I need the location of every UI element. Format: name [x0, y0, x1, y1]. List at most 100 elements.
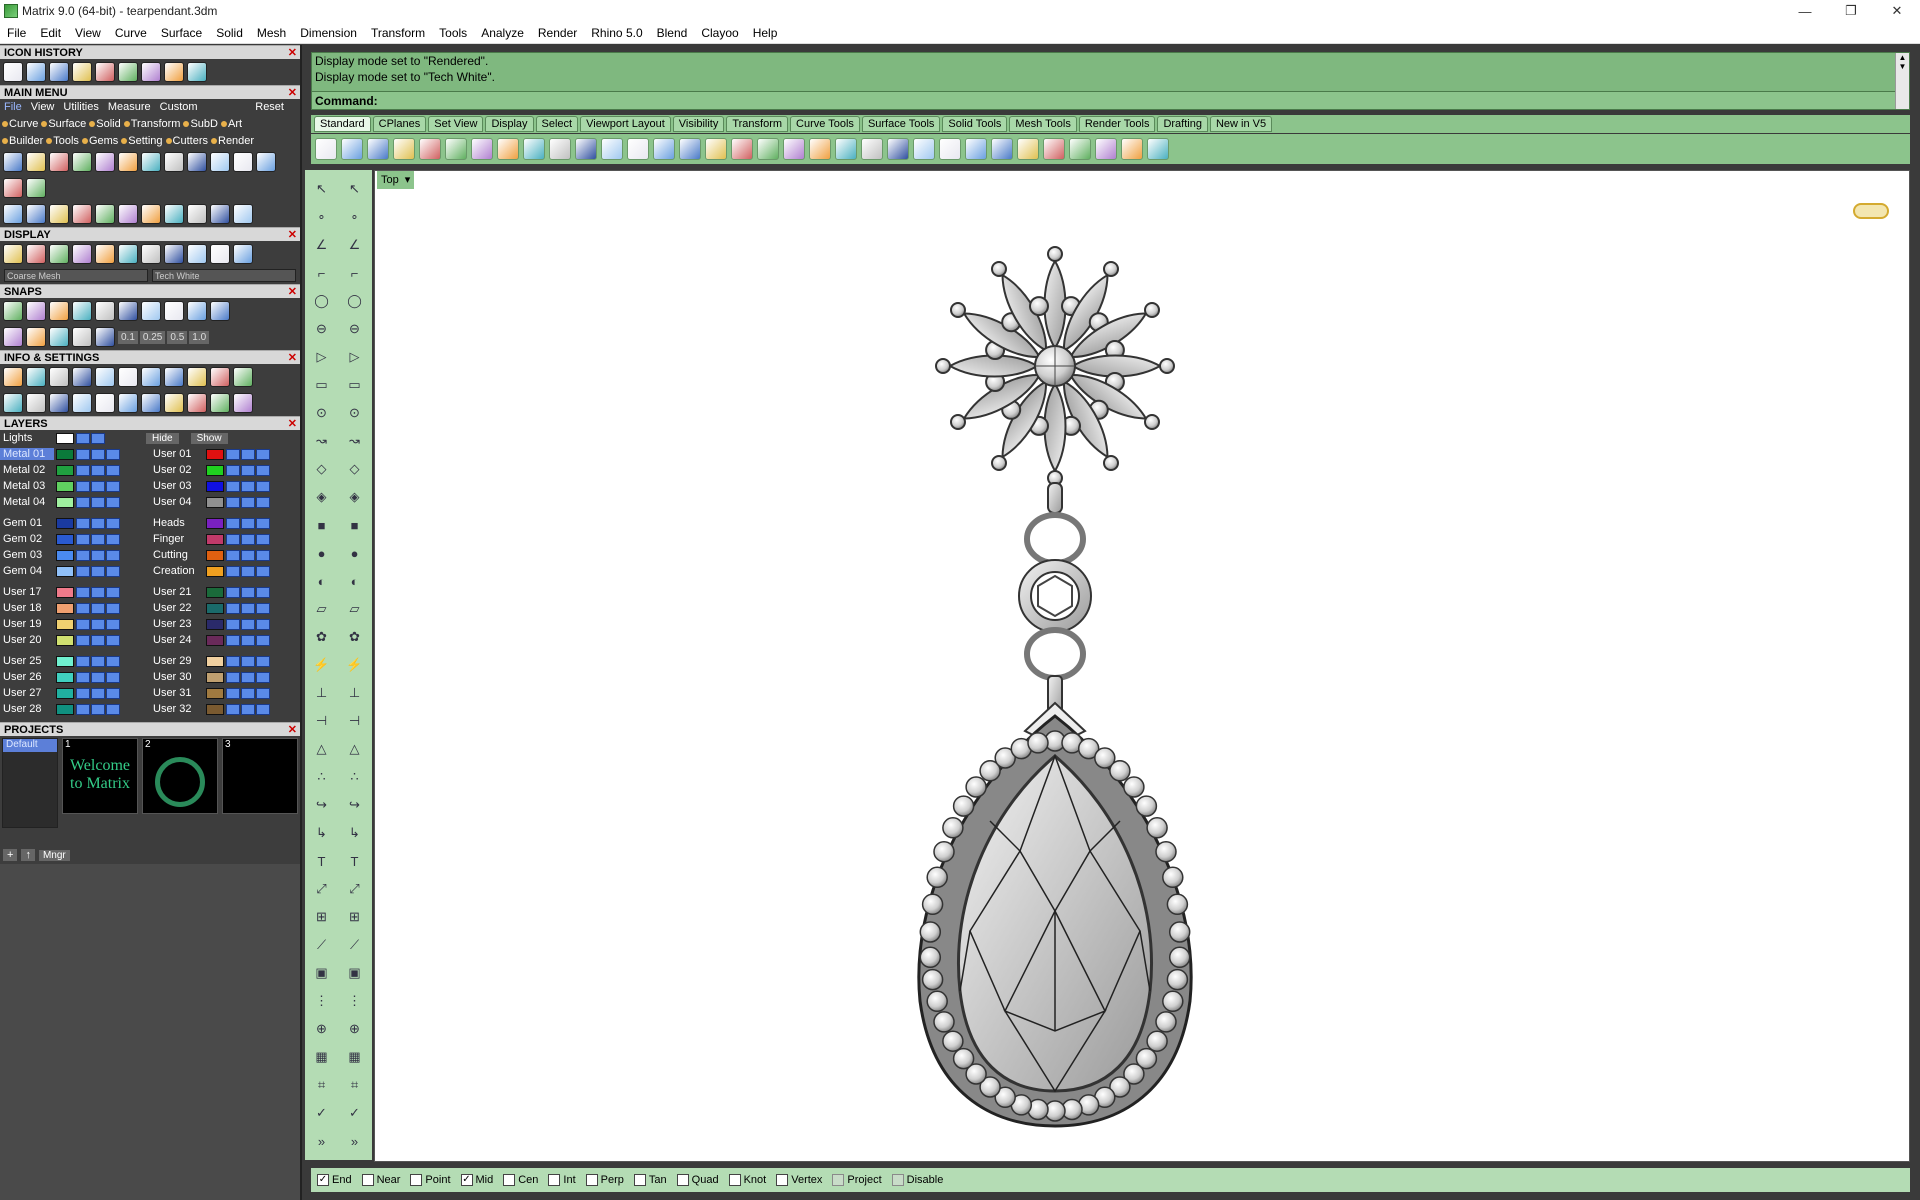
layer-lock-toggle[interactable] [241, 618, 255, 630]
manager-button[interactable]: Mngr [38, 849, 70, 861]
checkbox-icon[interactable] [548, 1174, 561, 1186]
drawing-tool-icon[interactable]: ● [312, 542, 332, 564]
layer-entry[interactable]: User 04 [150, 496, 300, 508]
settings-tool-icon[interactable] [233, 393, 253, 413]
transform-tool-icon[interactable] [187, 204, 207, 224]
file-tool-icon[interactable] [72, 152, 92, 172]
drawing-tool-icon[interactable]: ■ [345, 514, 365, 536]
transform-tool-icon[interactable] [118, 204, 138, 224]
transform-tool-icon[interactable] [72, 204, 92, 224]
layer-color-swatch[interactable] [206, 687, 224, 699]
snap-step-value[interactable]: 1.0 [189, 330, 210, 344]
layer-visibility-toggle[interactable] [226, 687, 240, 699]
layer-select-toggle[interactable] [106, 517, 120, 529]
layer-entry[interactable]: User 20 [0, 634, 150, 646]
menu-mesh[interactable]: Mesh [250, 26, 293, 40]
layer-select-toggle[interactable] [256, 565, 270, 577]
snap-grid-icon[interactable] [49, 327, 69, 347]
display-mode-icon[interactable] [210, 244, 230, 264]
settings-tool-icon[interactable] [26, 393, 46, 413]
layer-entry[interactable]: Gem 04 [0, 565, 150, 577]
standard-tool-icon[interactable] [1043, 138, 1065, 160]
standard-tool-icon[interactable] [653, 138, 675, 160]
layer-name[interactable]: User 24 [150, 634, 204, 646]
menu-clayoo[interactable]: Clayoo [694, 26, 745, 40]
standard-tool-icon[interactable] [315, 138, 337, 160]
transform-tool-icon[interactable] [210, 204, 230, 224]
file-tool-icon[interactable] [187, 152, 207, 172]
layer-lock-toggle[interactable] [91, 432, 105, 444]
layer-entry[interactable]: User 30 [150, 671, 300, 683]
snap-mode-icon[interactable] [72, 301, 92, 321]
standard-tool-icon[interactable] [887, 138, 909, 160]
layer-visibility-toggle[interactable] [226, 634, 240, 646]
drawing-tool-icon[interactable]: ∠ [345, 234, 365, 256]
drawing-tool-icon[interactable]: ⊣ [312, 710, 332, 732]
layer-select-toggle[interactable] [256, 671, 270, 683]
display-mode-icon[interactable] [141, 244, 161, 264]
menu-edit[interactable]: Edit [33, 26, 68, 40]
layer-visibility-toggle[interactable] [76, 464, 90, 476]
osnap-near[interactable]: Near [361, 1174, 400, 1186]
drawing-tool-icon[interactable]: ⌗ [345, 1074, 365, 1096]
layer-visibility-toggle[interactable] [226, 565, 240, 577]
layer-entry[interactable]: Metal 02 [0, 464, 150, 476]
layer-color-swatch[interactable] [56, 533, 74, 545]
layer-select-toggle[interactable] [106, 634, 120, 646]
layer-select-toggle[interactable] [106, 496, 120, 508]
file-tool-icon[interactable] [164, 152, 184, 172]
layer-visibility-toggle[interactable] [76, 687, 90, 699]
layer-lock-toggle[interactable] [91, 533, 105, 545]
layer-name[interactable]: User 21 [150, 586, 204, 598]
layer-lock-toggle[interactable] [91, 464, 105, 476]
info-tool-icon[interactable] [233, 367, 253, 387]
display-mode-icon[interactable] [233, 244, 253, 264]
layer-visibility-toggle[interactable] [226, 549, 240, 561]
layer-entry[interactable]: User 01 [150, 448, 300, 460]
layer-select-toggle[interactable] [106, 586, 120, 598]
drawing-tool-icon[interactable]: ■ [312, 514, 332, 536]
info-tool-icon[interactable] [210, 367, 230, 387]
layer-entry[interactable]: Creation [150, 565, 300, 577]
display-mode-icon[interactable] [26, 244, 46, 264]
menu-tools[interactable]: Tools [432, 26, 474, 40]
layer-name[interactable]: User 27 [0, 687, 54, 699]
drawing-tool-icon[interactable]: ↪ [345, 794, 365, 816]
checkbox-icon[interactable] [410, 1174, 423, 1186]
main-menu-surface[interactable]: Surface [41, 118, 86, 130]
info-tool-icon[interactable] [95, 367, 115, 387]
drawing-tool-icon[interactable]: ↖ [345, 178, 365, 200]
layer-name[interactable]: User 04 [150, 496, 204, 508]
history-tool-icon[interactable] [141, 62, 161, 82]
layer-color-swatch[interactable] [206, 517, 224, 529]
layer-lock-toggle[interactable] [241, 533, 255, 545]
close-icon[interactable]: ✕ [288, 285, 297, 299]
layer-visibility-toggle[interactable] [226, 533, 240, 545]
layer-select-toggle[interactable] [256, 480, 270, 492]
drawing-tool-icon[interactable]: ⊣ [345, 710, 365, 732]
display-mode-icon[interactable] [49, 244, 69, 264]
add-project-button[interactable]: + [3, 849, 18, 861]
project-thumbnail[interactable]: 1 Welcome to Matrix [62, 738, 138, 814]
drawing-tool-icon[interactable]: ◇ [345, 458, 365, 480]
drawing-tool-icon[interactable]: ⟋ [345, 934, 365, 956]
layer-entry[interactable]: User 29 [150, 655, 300, 667]
tab-render-tools[interactable]: Render Tools [1078, 116, 1156, 132]
layer-lock-toggle[interactable] [91, 687, 105, 699]
standard-tool-icon[interactable] [341, 138, 363, 160]
drawing-tool-icon[interactable]: ⊥ [312, 682, 332, 704]
layer-name[interactable]: User 30 [150, 671, 204, 683]
standard-tool-icon[interactable] [1121, 138, 1143, 160]
layer-select-toggle[interactable] [256, 464, 270, 476]
drawing-tool-icon[interactable]: ⤢ [312, 878, 332, 900]
osnap-project[interactable]: Project [832, 1174, 882, 1186]
layer-color-swatch[interactable] [206, 533, 224, 545]
standard-tool-icon[interactable] [809, 138, 831, 160]
layer-name[interactable]: Cutting [150, 549, 204, 561]
close-icon[interactable]: ✕ [288, 46, 297, 60]
layer-visibility-toggle[interactable] [76, 480, 90, 492]
layer-name[interactable]: User 22 [150, 602, 204, 614]
main-menu-gems[interactable]: Gems [81, 135, 118, 147]
transform-tool-icon[interactable] [233, 204, 253, 224]
checkbox-icon[interactable] [891, 1174, 904, 1186]
